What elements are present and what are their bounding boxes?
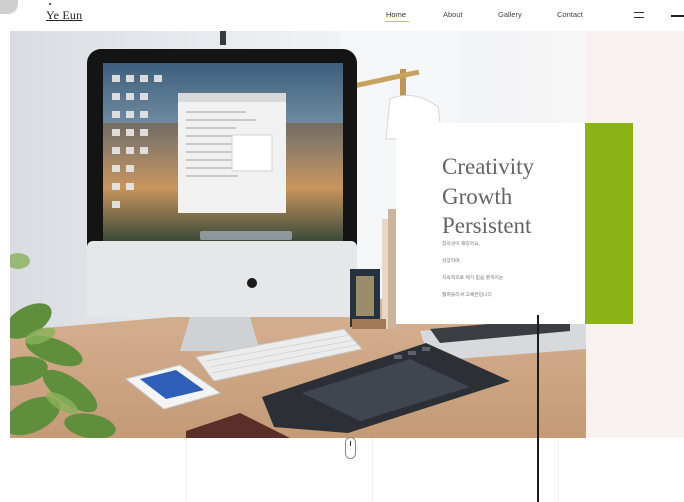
body-line: 창의성이 재밌어요, — [442, 242, 480, 247]
mouse-scroll-icon[interactable] — [345, 437, 356, 459]
headline-line-creativity: Creativity — [442, 154, 534, 179]
site-header: Ye Eun Home About Gallery Contact — [0, 0, 684, 31]
body-line: 성장하며, — [442, 259, 461, 264]
headline-line-growth: Growth — [442, 183, 513, 209]
corner-tab — [0, 0, 18, 14]
column-guide — [558, 438, 559, 502]
nav-about[interactable]: About — [443, 10, 463, 19]
body-line: 지속적으로 제가 믿음 끝까지는 — [442, 276, 504, 281]
logo-dot — [49, 3, 51, 5]
hero-body-text: 창의성이 재밌어요, 성장하며, 지속적으로 제가 믿음 끝까지는 웹퍼블리셔 … — [442, 240, 503, 308]
active-nav-underline — [385, 21, 409, 22]
site-logo[interactable]: Ye Eun — [46, 8, 82, 23]
hamburger-icon[interactable] — [634, 12, 644, 18]
dash-mark — [671, 15, 684, 17]
column-guide — [372, 438, 373, 502]
vertical-divider-line — [537, 315, 539, 502]
column-guide — [186, 438, 187, 502]
nav-home[interactable]: Home — [386, 10, 406, 19]
bottom-section — [0, 438, 684, 502]
nav-gallery[interactable]: Gallery — [498, 10, 522, 19]
headline-line-persistent: Persistent — [442, 213, 532, 238]
body-line: 웹퍼블리셔 고예은입니다 — [442, 293, 492, 298]
nav-contact[interactable]: Contact — [557, 10, 583, 19]
hero-headline: Creativity Growth Persistent — [442, 152, 582, 241]
accent-green-bar — [585, 123, 633, 324]
